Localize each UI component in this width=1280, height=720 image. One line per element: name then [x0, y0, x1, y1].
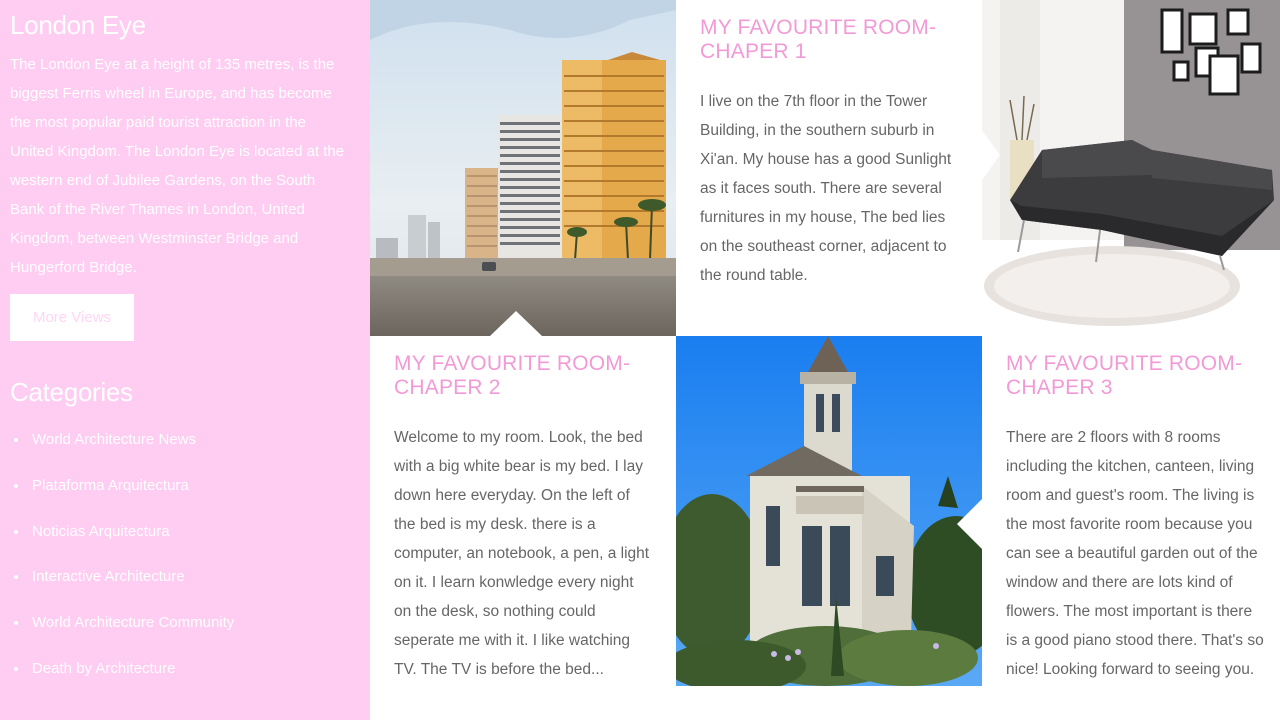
post-text-2: Welcome to my room. Look, the bed with a… [394, 429, 650, 678]
category-link[interactable]: Plataforma Arquitectura [10, 476, 360, 522]
about-title: London Eye [10, 10, 146, 40]
post-title-2[interactable]: MY FAVOURITE ROOM-CHAPER 2 [394, 352, 652, 400]
categories-title: Categories [10, 377, 133, 407]
bullet-icon [14, 666, 18, 671]
category-link[interactable]: Noticias Arquitectura [10, 522, 360, 568]
category-link[interactable]: Death by Architecture [10, 659, 360, 705]
sofa-image[interactable] [982, 0, 1280, 336]
city-skyline-image[interactable] [370, 0, 676, 336]
victorian-house-illustration [676, 336, 982, 686]
bullet-icon [14, 438, 18, 442]
post-text-3: There are 2 floors with 8 rooms includin… [1006, 429, 1264, 678]
sidebar: London Eye The London Eye at a height of… [0, 0, 370, 720]
bullet-icon [14, 483, 18, 488]
about-text: The London Eye at a height of 135 metres… [10, 56, 345, 276]
category-link[interactable]: Interactive Architecture [10, 567, 360, 613]
category-link[interactable]: World Architecture Community [10, 613, 360, 659]
post-card-1: MY FAVOURITE ROOM-CHAPER 1 I live on the… [676, 0, 982, 336]
victorian-house-image[interactable] [676, 336, 982, 686]
city-skyline-illustration [370, 0, 676, 336]
bullet-icon [14, 621, 18, 626]
post-text-1: I live on the 7th floor in the Tower Bui… [700, 93, 952, 284]
more-views-button[interactable]: More Views [10, 294, 134, 341]
post-title-1[interactable]: MY FAVOURITE ROOM-CHAPER 1 [700, 16, 958, 64]
bullet-icon [14, 575, 18, 580]
living-room-sofa-illustration [982, 0, 1280, 336]
category-link[interactable]: World Architecture News [10, 430, 360, 476]
post-title-3[interactable]: MY FAVOURITE ROOM-CHAPER 3 [1006, 352, 1256, 400]
category-list: World Architecture News Plataforma Arqui… [10, 430, 360, 705]
post-card-3: MY FAVOURITE ROOM-CHAPER 3 There are 2 f… [982, 336, 1280, 720]
bullet-icon [14, 529, 18, 534]
post-card-2: MY FAVOURITE ROOM-CHAPER 2 Welcome to my… [370, 336, 676, 720]
